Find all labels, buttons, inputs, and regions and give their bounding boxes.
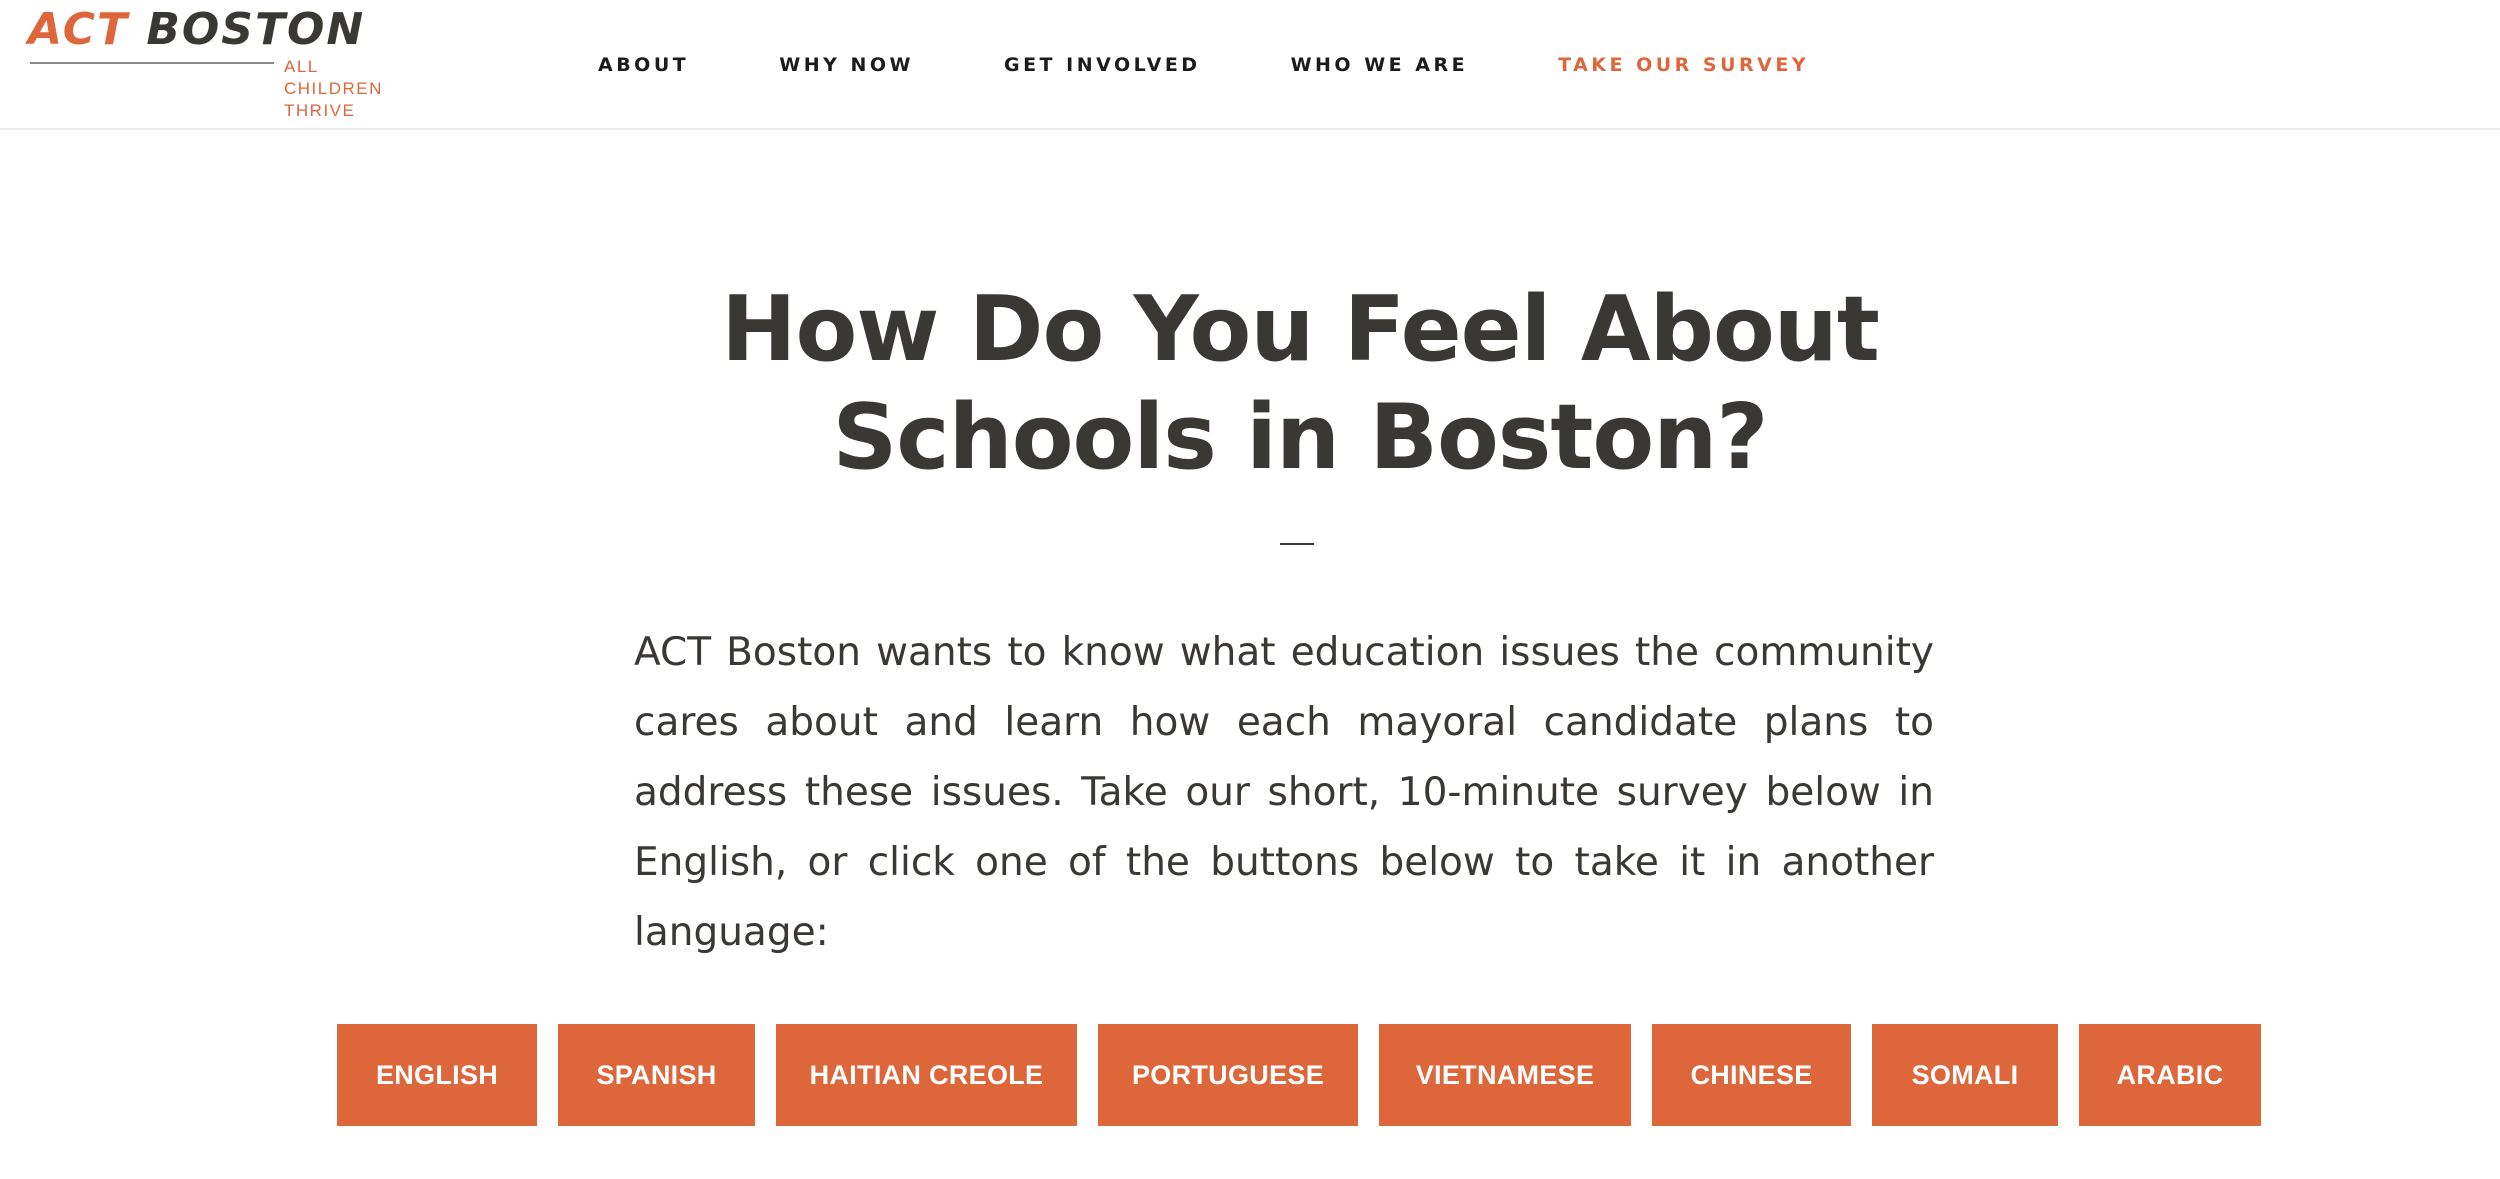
intro-paragraph: ACT Boston wants to know what education … <box>634 630 1934 955</box>
language-button-portuguese[interactable]: PORTUGUESE <box>1098 1024 1358 1126</box>
language-button-spanish[interactable]: SPANISH <box>558 1024 755 1126</box>
language-button-arabic[interactable]: ARABIC <box>2079 1024 2261 1126</box>
language-button-row: ENGLISH SPANISH HAITIAN CREOLE PORTUGUES… <box>337 1024 2261 1126</box>
logo-boston-text: BOSTON <box>146 4 366 55</box>
logo-tagline-line: ALL <box>284 57 319 76</box>
language-button-haitian-creole[interactable]: HAITIAN CREOLE <box>776 1024 1077 1126</box>
main-nav: ABOUT WHY NOW GET INVOLVED WHO WE ARE TA… <box>598 0 1899 130</box>
title-divider-dash <box>1280 543 1314 545</box>
logo-act-text: ACT <box>28 4 130 55</box>
page-title-line-1: How Do You Feel About <box>721 277 1880 382</box>
logo-tagline: ALL CHILDREN THRIVE <box>284 56 383 122</box>
nav-item-why-now[interactable]: WHY NOW <box>779 54 914 76</box>
logo-wordmark: ACT BOSTON <box>28 4 365 56</box>
nav-item-get-involved[interactable]: GET INVOLVED <box>1004 54 1201 76</box>
page-title-line-2: Schools in Boston? <box>832 385 1768 490</box>
language-button-chinese[interactable]: CHINESE <box>1652 1024 1851 1126</box>
act-boston-logo[interactable]: ACT BOSTON ALL CHILDREN THRIVE <box>28 4 408 124</box>
logo-tagline-line: THRIVE <box>284 101 356 120</box>
nav-item-about[interactable]: ABOUT <box>598 54 689 76</box>
site-header: ACT BOSTON ALL CHILDREN THRIVE ABOUT WHY… <box>0 0 2500 130</box>
logo-divider <box>30 62 274 64</box>
language-button-somali[interactable]: SOMALI <box>1872 1024 2058 1126</box>
page-title: How Do You Feel About Schools in Boston? <box>500 276 2100 492</box>
logo-tagline-line: CHILDREN <box>284 79 383 98</box>
nav-item-who-we-are[interactable]: WHO WE ARE <box>1291 54 1469 76</box>
language-button-vietnamese[interactable]: VIETNAMESE <box>1379 1024 1631 1126</box>
language-button-english[interactable]: ENGLISH <box>337 1024 537 1126</box>
nav-item-take-our-survey[interactable]: TAKE OUR SURVEY <box>1558 54 1809 76</box>
